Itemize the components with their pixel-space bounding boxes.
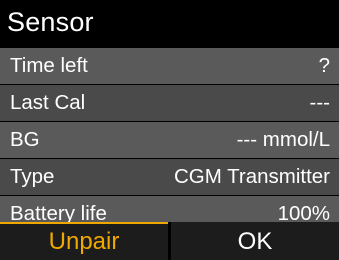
- unpair-button[interactable]: Unpair: [0, 222, 168, 260]
- ok-button[interactable]: OK: [171, 222, 339, 260]
- bg-value: --- mmol/L: [236, 128, 330, 151]
- sensor-info-list: Time left ? Last Cal --- BG --- mmol/L T…: [0, 48, 339, 233]
- last-cal-label: Last Cal: [10, 91, 86, 114]
- bg-label: BG: [10, 128, 40, 151]
- time-left-label: Time left: [10, 54, 88, 77]
- title-bar: Sensor: [0, 0, 339, 44]
- sensor-screen: Sensor Time left ? Last Cal --- BG --- m…: [0, 0, 339, 260]
- last-cal-value: ---: [309, 91, 330, 114]
- time-left-value: ?: [318, 54, 330, 77]
- softkey-bar: Unpair OK: [0, 222, 339, 260]
- row-last-cal: Last Cal ---: [0, 85, 339, 121]
- type-value: CGM Transmitter: [173, 165, 330, 188]
- row-bg: BG --- mmol/L: [0, 122, 339, 158]
- row-time-left: Time left ?: [0, 48, 339, 84]
- page-title: Sensor: [7, 6, 94, 37]
- row-type: Type CGM Transmitter: [0, 159, 339, 195]
- type-label: Type: [10, 165, 55, 188]
